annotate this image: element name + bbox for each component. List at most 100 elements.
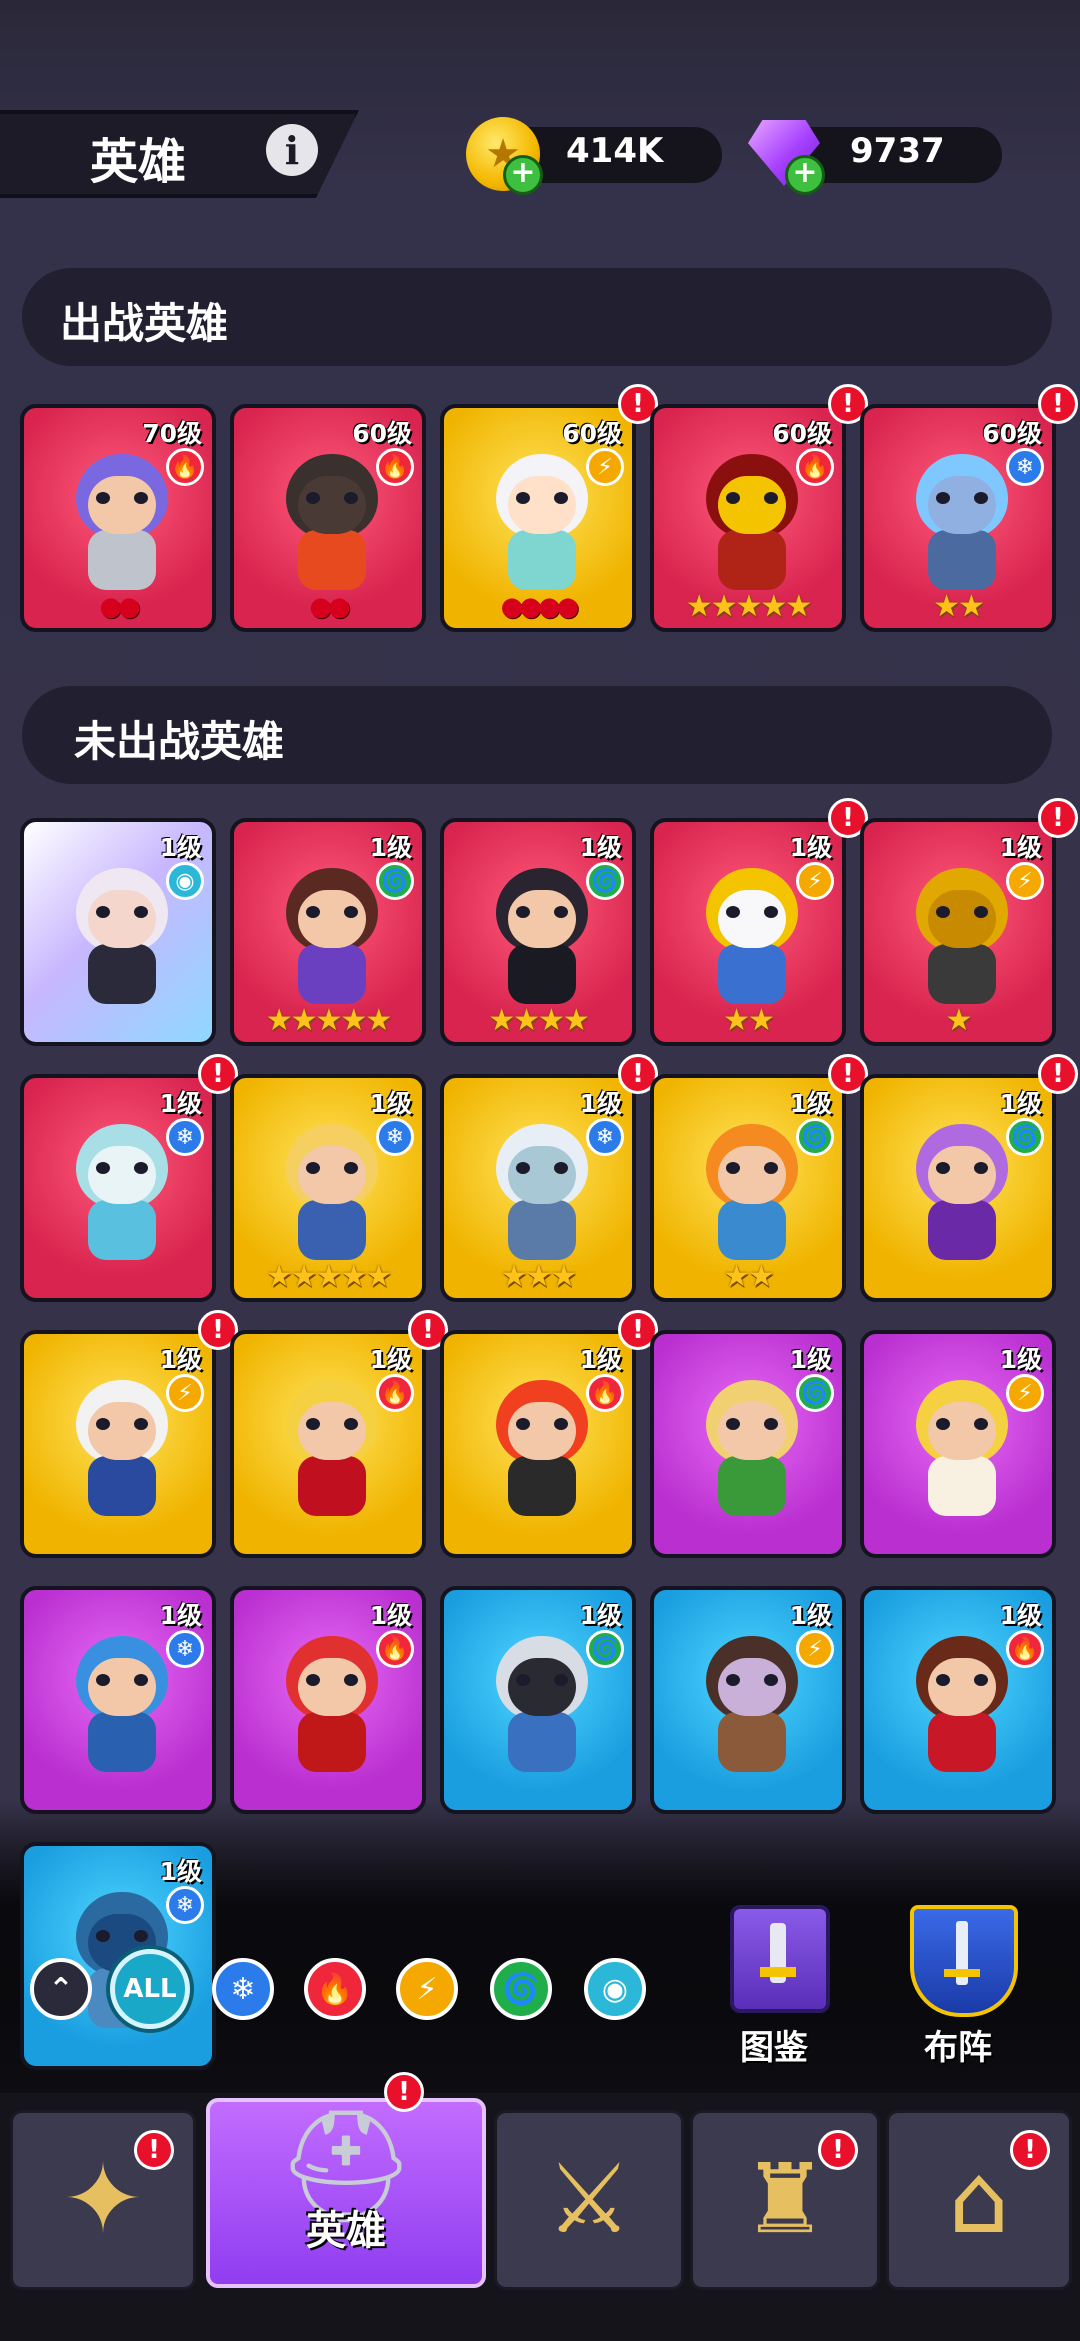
rank-beads: ●● bbox=[99, 592, 140, 622]
hero-level: 1级 bbox=[369, 833, 412, 862]
alert-badge: ! bbox=[818, 2130, 858, 2170]
hero-card[interactable]: 1级 🌀 ★★ bbox=[650, 1074, 846, 1302]
hero-card[interactable]: 60级 🔥 ★★★★★ bbox=[650, 404, 846, 632]
hero-face bbox=[718, 1658, 786, 1716]
hero-face bbox=[718, 1146, 786, 1204]
hero-eyes bbox=[306, 1418, 358, 1430]
hero-body bbox=[928, 1712, 996, 1772]
fire-element-icon: 🔥 bbox=[586, 1374, 624, 1412]
nav-tab-heroes[interactable]: ⛑ 英雄 bbox=[206, 2098, 486, 2288]
hero-card[interactable]: 1级 🔥 bbox=[440, 1330, 636, 1558]
hero-card[interactable]: 60级 🔥 ●● bbox=[230, 404, 426, 632]
hero-body bbox=[508, 944, 576, 1004]
hero-body bbox=[298, 1712, 366, 1772]
nav-tab-label: 英雄 bbox=[306, 2208, 386, 2254]
add-gem-icon[interactable]: + bbox=[785, 155, 825, 195]
hero-card[interactable]: 1级 ❄ bbox=[20, 1586, 216, 1814]
snowflake-icon[interactable]: ❄ bbox=[212, 1958, 274, 2020]
info-icon[interactable]: i bbox=[266, 124, 318, 176]
hero-level: 1级 bbox=[789, 1089, 832, 1118]
hero-body bbox=[718, 944, 786, 1004]
hero-level: 1级 bbox=[579, 1089, 622, 1118]
hero-card[interactable]: 70级 🔥 ●● bbox=[20, 404, 216, 632]
mystic-element-icon: ◉ bbox=[166, 862, 204, 900]
hero-face bbox=[718, 476, 786, 534]
lightning-element-icon: ⚡ bbox=[1006, 1374, 1044, 1412]
hero-card[interactable]: 1级 ❄ bbox=[20, 1074, 216, 1302]
hero-card[interactable]: 1级 ❄ bbox=[20, 1842, 216, 2070]
hero-card[interactable]: 1级 ❄ ★★★ bbox=[440, 1074, 636, 1302]
hero-level: 1级 bbox=[789, 833, 832, 862]
hero-card[interactable]: 1级 ⚡ bbox=[20, 1330, 216, 1558]
hero-eyes bbox=[516, 1674, 568, 1686]
hero-card[interactable]: 60级 ⚡ ●●●● bbox=[440, 404, 636, 632]
hero-body bbox=[88, 944, 156, 1004]
hero-body bbox=[88, 1456, 156, 1516]
eye-icon[interactable]: ◉ bbox=[584, 1958, 646, 2020]
hero-face bbox=[88, 1146, 156, 1204]
alert-badge: ! bbox=[1010, 2130, 1050, 2170]
fire-element-icon: 🔥 bbox=[1006, 1630, 1044, 1668]
hero-level: 70级 bbox=[142, 419, 202, 448]
lightning-element-icon: ⚡ bbox=[586, 448, 624, 486]
formation-label[interactable]: 布阵 bbox=[924, 2020, 992, 2069]
hero-body bbox=[508, 530, 576, 590]
wind-element-icon: 🌀 bbox=[1006, 1118, 1044, 1156]
double-chevron-up-icon[interactable]: ⌃ bbox=[30, 1958, 92, 2020]
star-rating: ★★★ bbox=[500, 1259, 578, 1294]
hero-card[interactable]: 1级 🌀 bbox=[650, 1330, 846, 1558]
hero-body bbox=[928, 1200, 996, 1260]
page-title: 英雄 bbox=[90, 134, 187, 190]
hero-level: 1级 bbox=[159, 1345, 202, 1374]
banner-shield-icon[interactable] bbox=[910, 1905, 1018, 2017]
hero-card[interactable]: 1级 🔥 bbox=[230, 1586, 426, 1814]
hero-eyes bbox=[516, 492, 568, 504]
gem-amount: 9737 bbox=[850, 131, 945, 171]
lightning-element-icon: ⚡ bbox=[1006, 862, 1044, 900]
ice-element-icon: ❄ bbox=[1006, 448, 1044, 486]
hero-card[interactable]: 60级 ❄ ★★ bbox=[860, 404, 1056, 632]
hero-card[interactable]: 1级 ❄ ★★★★★ bbox=[230, 1074, 426, 1302]
coin-amount: 414K bbox=[566, 131, 664, 171]
hero-level: 1级 bbox=[789, 1345, 832, 1374]
hero-card[interactable]: 1级 ⚡ ★ bbox=[860, 818, 1056, 1046]
tornado-icon[interactable]: 🌀 bbox=[490, 1958, 552, 2020]
codex-label[interactable]: 图鉴 bbox=[740, 2020, 808, 2069]
hero-card[interactable]: 1级 🌀 bbox=[440, 1586, 636, 1814]
hero-card[interactable]: 1级 ⚡ ★★ bbox=[650, 818, 846, 1046]
hero-face bbox=[928, 1146, 996, 1204]
star-rating: ★★★★ bbox=[488, 1003, 590, 1038]
fire-element-icon: 🔥 bbox=[376, 448, 414, 486]
alert-badge: ! bbox=[134, 2130, 174, 2170]
wind-element-icon: 🌀 bbox=[796, 1374, 834, 1412]
hero-face bbox=[718, 890, 786, 948]
lightning-icon[interactable]: ⚡ bbox=[396, 1958, 458, 2020]
hero-card[interactable]: 1级 ◉ bbox=[20, 818, 216, 1046]
fire-element-icon: 🔥 bbox=[376, 1630, 414, 1668]
hero-face bbox=[718, 1402, 786, 1460]
hero-card[interactable]: 1级 ⚡ bbox=[650, 1586, 846, 1814]
hero-card[interactable]: 1级 ⚡ bbox=[860, 1330, 1056, 1558]
hero-face bbox=[508, 1402, 576, 1460]
hero-face bbox=[508, 1146, 576, 1204]
hero-card[interactable]: 1级 🔥 bbox=[860, 1586, 1056, 1814]
add-coin-icon[interactable]: + bbox=[503, 155, 543, 195]
ice-element-icon: ❄ bbox=[166, 1118, 204, 1156]
hero-card[interactable]: 1级 🌀 bbox=[860, 1074, 1056, 1302]
book-icon[interactable] bbox=[730, 1905, 830, 2013]
hero-eyes bbox=[936, 492, 988, 504]
hero-level: 60级 bbox=[562, 419, 622, 448]
hero-eyes bbox=[936, 906, 988, 918]
fire-element-icon: 🔥 bbox=[376, 1374, 414, 1412]
hero-card[interactable]: 1级 🌀 ★★★★ bbox=[440, 818, 636, 1046]
all-icon[interactable]: ALL bbox=[110, 1949, 190, 2029]
hero-card[interactable]: 1级 🔥 bbox=[230, 1330, 426, 1558]
ice-element-icon: ❄ bbox=[586, 1118, 624, 1156]
flame-icon[interactable]: 🔥 bbox=[304, 1958, 366, 2020]
hero-face bbox=[298, 1146, 366, 1204]
hero-eyes bbox=[96, 906, 148, 918]
hero-face bbox=[508, 890, 576, 948]
hero-card[interactable]: 1级 🌀 ★★★★★ bbox=[230, 818, 426, 1046]
nav-tab-battle[interactable]: ⚔ bbox=[494, 2110, 684, 2290]
star-rating: ★★★★★ bbox=[265, 1003, 392, 1038]
